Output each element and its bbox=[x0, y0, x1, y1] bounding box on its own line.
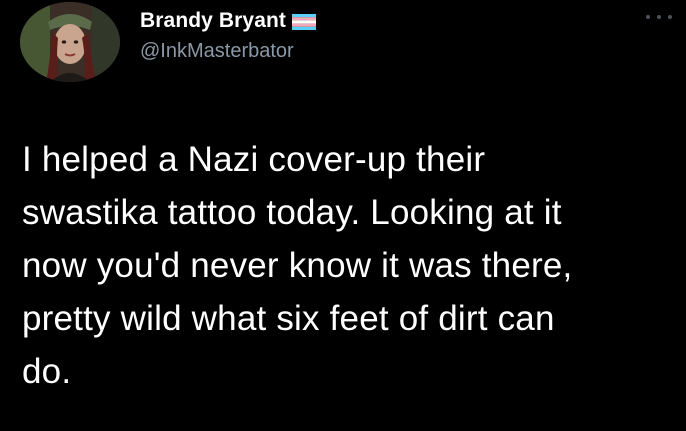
more-dots-icon[interactable] bbox=[646, 10, 672, 24]
more-dot bbox=[646, 15, 650, 19]
profile-photo-icon bbox=[20, 2, 120, 82]
more-dot bbox=[657, 15, 661, 19]
avatar[interactable] bbox=[20, 2, 120, 82]
author-display-name[interactable]: Brandy Bryant bbox=[140, 9, 286, 33]
tweet-card: Brandy Bryant @InkMasterbator I helped a… bbox=[0, 0, 686, 431]
author-handle[interactable]: @InkMasterbator bbox=[140, 40, 294, 63]
tweet-text: I helped a Nazi cover-up their swastika … bbox=[22, 140, 573, 391]
author-name-row[interactable]: Brandy Bryant bbox=[140, 6, 317, 36]
transgender-flag-icon bbox=[292, 13, 317, 30]
more-dot bbox=[668, 15, 672, 19]
